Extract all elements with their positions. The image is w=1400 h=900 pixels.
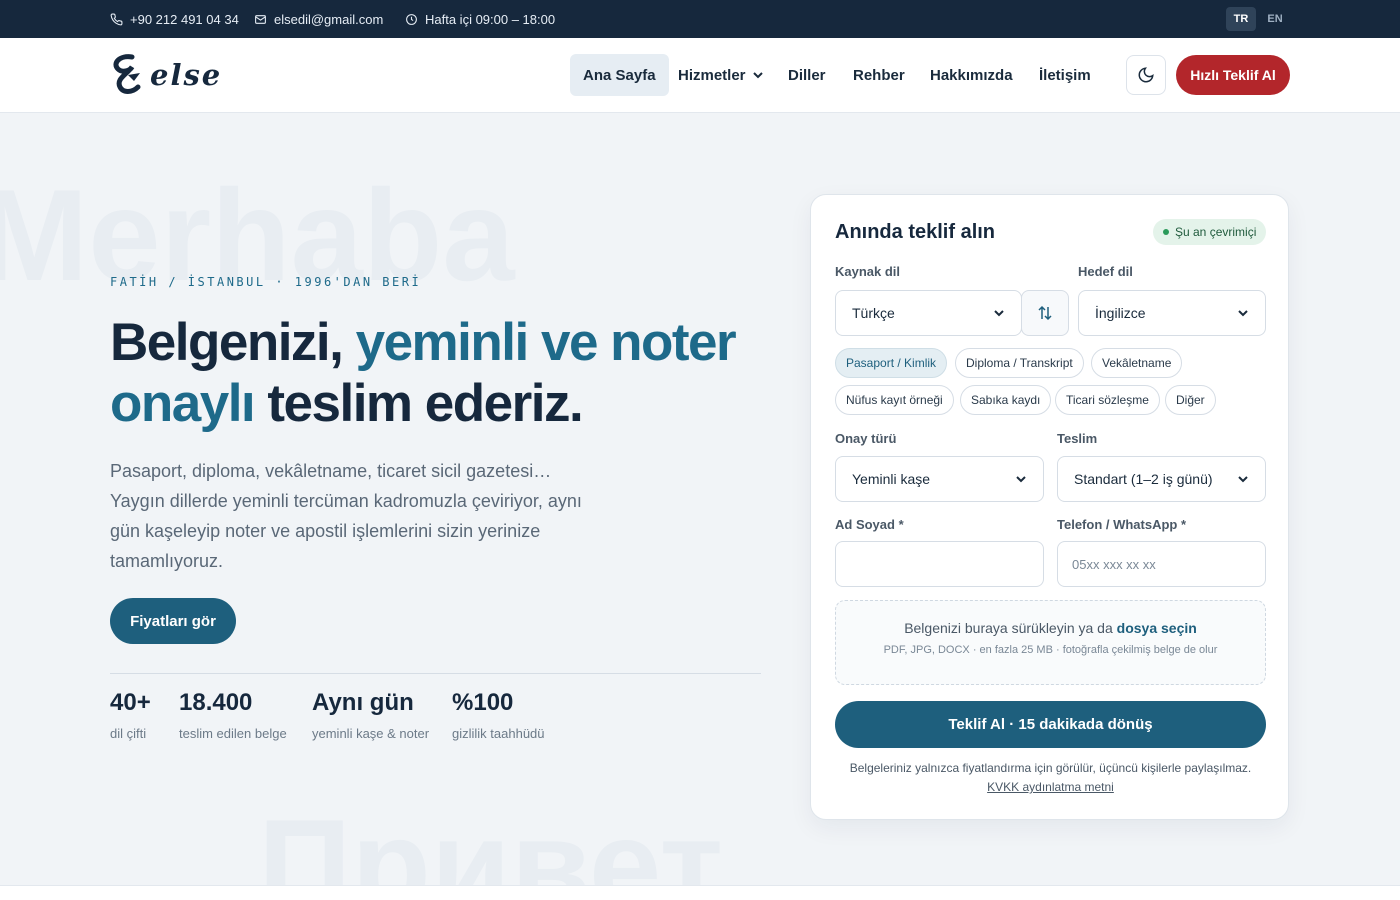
choose-file-link[interactable]: dosya seçin [1117, 620, 1197, 636]
working-hours: Hafta içi 09:00 – 18:00 [405, 0, 555, 38]
target-language-label: Hedef dil [1078, 264, 1133, 279]
theme-toggle-button[interactable] [1126, 55, 1166, 95]
privacy-text: Belgeleriniz yalnızca fiyatlandırma için… [849, 761, 1252, 775]
delivery-label: Teslim [1057, 431, 1098, 446]
main-header: else Ana Sayfa Hizmetler Diller Rehber H… [0, 38, 1400, 113]
headline-part1: Belgenizi, [110, 313, 356, 372]
nav-languages[interactable]: Diller [775, 54, 839, 96]
mail-icon [255, 14, 266, 24]
dropzone-hint: PDF, JPG, DOCX · en fazla 25 MB · fotoğr… [883, 644, 1218, 656]
file-dropzone[interactable]: Belgenizi buraya sürükleyin ya da dosya … [835, 600, 1266, 685]
stat-number: %100 [452, 689, 514, 716]
nav-home[interactable]: Ana Sayfa [570, 54, 669, 96]
nav-contact[interactable]: İletişim [1026, 54, 1104, 96]
dropzone-instruction: Belgenizi buraya sürükleyin ya da [904, 620, 1117, 636]
nav-guide[interactable]: Rehber [840, 54, 918, 96]
phone-input[interactable]: 05xx xxx xx xx [1057, 541, 1266, 587]
next-section-edge [0, 886, 1400, 900]
email-text: elsedil@gmail.com [274, 11, 384, 27]
email-contact[interactable]: elsedil@gmail.com [254, 0, 383, 38]
stat-number: 40+ [110, 689, 151, 716]
nav-services-label: Hizmetler [678, 66, 746, 84]
source-language-value: Türkçe [852, 305, 895, 321]
target-language-value: İngilizce [1095, 305, 1146, 321]
stat-label: gizlilik taahhüdü [452, 726, 545, 741]
approval-type-value: Yeminli kaşe [852, 471, 931, 487]
approval-type-select[interactable]: Yeminli kaşe [835, 456, 1044, 502]
delivery-select[interactable]: Standart (1–2 iş günü) [1057, 456, 1266, 502]
doc-type-chip-civil-registry[interactable]: Nüfus kayıt örneği [835, 385, 954, 415]
stat-privacy: %100 gizlilik taahhüdü [452, 688, 545, 741]
quote-form-card: Anında teklif alın Şu an çevrimiçi Kayna… [810, 194, 1289, 820]
stat-language-pairs: 40+ dil çifti [110, 688, 151, 741]
site-logo[interactable]: else [110, 51, 230, 99]
see-prices-button[interactable]: Fiyatları gör [110, 598, 236, 644]
source-language-label: Kaynak dil [835, 264, 901, 279]
chevron-down-icon [1238, 476, 1248, 483]
doc-type-chip-passport[interactable]: Pasaport / Kimlik [835, 348, 948, 378]
hero-eyebrow: FATİH / İSTANBUL · 1996'DAN BERİ [110, 275, 422, 289]
phone-text: +90 212 491 04 34 [130, 11, 239, 27]
online-dot-icon [1163, 229, 1169, 235]
online-status-badge: Şu an çevrimiçi [1153, 219, 1267, 245]
logo-text: else [150, 58, 223, 92]
phone-label: Telefon / WhatsApp * [1057, 517, 1187, 532]
stats-divider [110, 673, 761, 674]
logo-mark-icon [113, 54, 141, 94]
phone-icon [110, 13, 123, 25]
full-name-input[interactable] [835, 541, 1044, 587]
full-name-label: Ad Soyad * [835, 517, 904, 532]
dropzone-text: Belgenizi buraya sürükleyin ya da dosya … [836, 620, 1265, 636]
stat-same-day: Aynı gün yeminli kaşe & noter [312, 688, 429, 741]
chevron-down-icon [752, 72, 763, 79]
doc-type-chip-other[interactable]: Diğer [1165, 385, 1216, 415]
clock-icon [406, 13, 417, 25]
get-quote-button[interactable]: Teklif Al · 15 dakikada dönüş [835, 701, 1266, 748]
nav-about[interactable]: Hakkımızda [917, 54, 1026, 96]
hero-lead: Pasaport, diploma, vekâletname, ticaret … [110, 461, 582, 571]
chevron-down-icon [994, 310, 1004, 317]
stat-label: yeminli kaşe & noter [312, 726, 430, 741]
stat-label: teslim edilen belge [179, 726, 287, 741]
lang-en[interactable]: EN [1260, 7, 1290, 31]
swap-arrows-icon [1038, 305, 1052, 321]
swap-languages-button[interactable] [1021, 290, 1069, 336]
doc-type-chip-diploma[interactable]: Diploma / Transkript [955, 348, 1084, 378]
stat-number: 18.400 [179, 689, 253, 716]
doc-type-chip-power-of-attorney[interactable]: Vekâletname [1091, 348, 1183, 378]
chevron-down-icon [1016, 476, 1026, 483]
doc-type-chip-criminal-record[interactable]: Sabıka kaydı [960, 385, 1052, 415]
source-language-select[interactable]: Türkçe [835, 290, 1022, 336]
stat-delivered-docs: 18.400 teslim edilen belge [179, 688, 287, 741]
kvkk-link[interactable]: KVKK aydınlatma metni [987, 780, 1114, 794]
phone-contact[interactable]: +90 212 491 04 34 [110, 0, 239, 38]
hours-text: Hafta içi 09:00 – 18:00 [425, 11, 556, 27]
online-status-text: Şu an çevrimiçi [1175, 225, 1257, 239]
doc-type-chip-commercial-contract[interactable]: Ticari sözleşme [1055, 385, 1160, 415]
nav-services[interactable]: Hizmetler [665, 54, 777, 96]
delivery-value: Standart (1–2 iş günü) [1074, 471, 1213, 487]
chevron-down-icon [1238, 310, 1248, 317]
form-title: Anında teklif alın [835, 221, 996, 243]
stat-number: Aynı gün [312, 689, 414, 716]
moon-icon [1138, 67, 1154, 83]
headline-part2: teslim ederiz. [254, 374, 583, 433]
stat-label: dil çifti [110, 726, 147, 741]
lang-tr[interactable]: TR [1226, 7, 1256, 31]
top-contact-bar: +90 212 491 04 34 elsedil@gmail.com Haft… [0, 0, 1400, 38]
hero-headline: Belgenizi, yeminli ve noter onaylı tesli… [110, 312, 790, 434]
quick-quote-button[interactable]: Hızlı Teklif Al [1176, 55, 1290, 95]
privacy-note: Belgeleriniz yalnızca fiyatlandırma için… [835, 759, 1266, 797]
approval-type-label: Onay türü [835, 431, 897, 446]
target-language-select[interactable]: İngilizce [1078, 290, 1266, 336]
